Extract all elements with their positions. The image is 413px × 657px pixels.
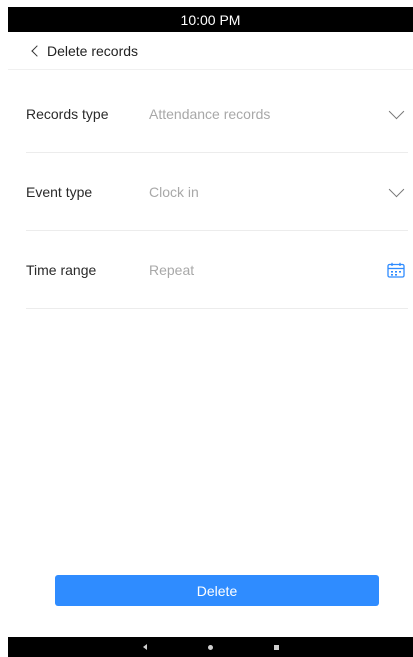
delete-button[interactable]: Delete [55, 575, 379, 606]
back-button[interactable]: Delete records [31, 42, 139, 59]
nav-home-button[interactable] [203, 639, 219, 655]
time-range-label: Time range [26, 262, 97, 278]
event-type-label: Event type [26, 184, 93, 200]
page-title: Delete records [47, 42, 139, 59]
header: Delete records [8, 32, 413, 70]
chevron-left-icon [31, 44, 43, 57]
status-bar: 10:00 PM [8, 7, 413, 32]
chevron-down-icon [388, 103, 405, 119]
nav-back-button[interactable] [137, 639, 153, 655]
records-type-row[interactable]: Records type Attendance records [8, 75, 413, 153]
calendar-icon[interactable] [387, 262, 405, 278]
time-range-value: Repeat [149, 262, 195, 278]
status-time: 10:00 PM [180, 11, 241, 28]
screen: 10:00 PM Delete records Records type Att… [0, 0, 413, 657]
navigation-bar [8, 637, 413, 657]
delete-records-form: Records type Attendance records Event ty… [8, 75, 413, 309]
event-type-value: Clock in [149, 184, 199, 200]
triangle-left-icon [142, 644, 147, 650]
chevron-down-icon [388, 181, 405, 197]
records-type-label: Records type [26, 106, 109, 122]
records-type-value: Attendance records [149, 106, 271, 122]
nav-recents-button[interactable] [269, 639, 285, 655]
event-type-row[interactable]: Event type Clock in [8, 153, 413, 231]
time-range-row[interactable]: Time range Repeat [8, 231, 413, 309]
square-icon [274, 644, 279, 650]
circle-icon [208, 644, 213, 650]
